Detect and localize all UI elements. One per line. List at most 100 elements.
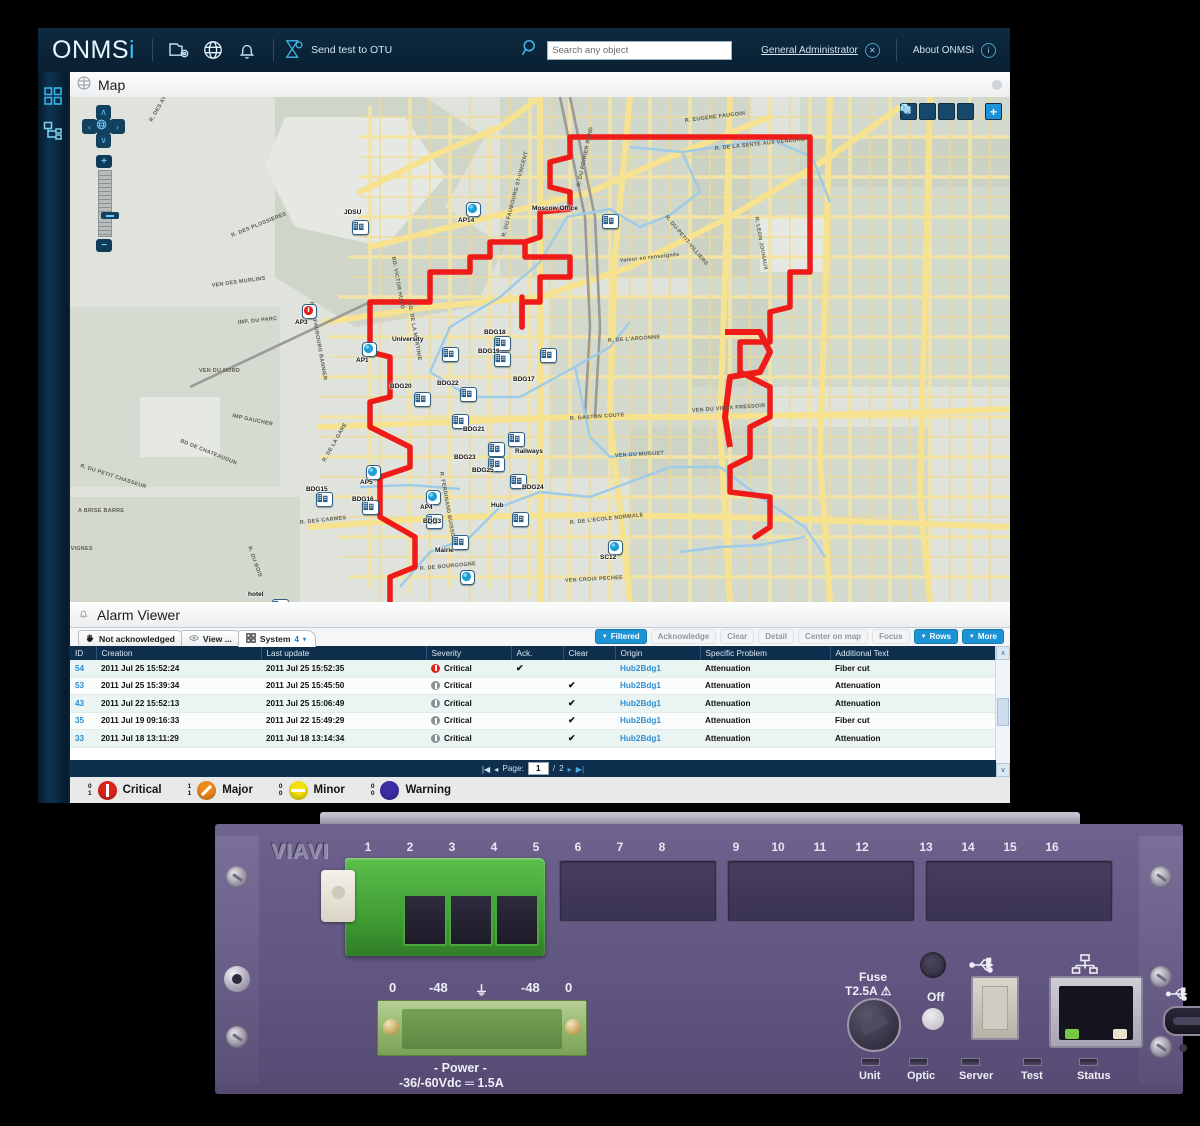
user-menu-link[interactable]: General Administrator xyxy=(761,45,858,56)
scroll-down-button[interactable]: ∨ xyxy=(996,763,1010,777)
ground-bnc-connector[interactable] xyxy=(224,966,250,992)
table-row[interactable]: 432011 Jul 22 15:52:132011 Jul 25 15:06:… xyxy=(70,695,996,713)
sidebar-item-topology[interactable] xyxy=(43,120,63,140)
sc-port-3[interactable] xyxy=(495,894,539,946)
legend-item-minor[interactable]: 00Minor xyxy=(279,781,345,800)
legend-item-warning[interactable]: 00Warning xyxy=(371,781,451,800)
map-node-hub[interactable] xyxy=(512,512,529,527)
map-node-ap14[interactable] xyxy=(466,202,481,217)
zoom-thumb[interactable] xyxy=(101,212,119,219)
ruler-icon[interactable] xyxy=(957,103,974,120)
search-input[interactable]: Search any object xyxy=(547,41,732,60)
zoom-tick[interactable] xyxy=(99,231,111,235)
fiber-dust-cap[interactable] xyxy=(321,870,355,922)
sc-port-1[interactable] xyxy=(403,894,447,946)
map-node-bdg23[interactable] xyxy=(488,442,505,457)
column-header[interactable]: ID xyxy=(70,646,96,660)
pan-down-button[interactable]: ∨ xyxy=(96,133,111,148)
zoom-track[interactable] xyxy=(98,170,112,237)
column-header[interactable]: Additional Text xyxy=(830,646,996,660)
next-page-button[interactable]: ▸ xyxy=(568,764,572,774)
column-header[interactable]: Ack. xyxy=(511,646,563,660)
map-node-railways[interactable] xyxy=(508,432,525,447)
fuse-holder[interactable] xyxy=(847,998,901,1052)
folder-settings-icon[interactable] xyxy=(167,38,191,62)
table-row[interactable]: 542011 Jul 25 15:52:242011 Jul 25 15:52:… xyxy=(70,660,996,677)
send-test-to-otu-button[interactable]: Send test to OTU xyxy=(283,39,392,62)
last-page-button[interactable]: ▶| xyxy=(576,764,584,774)
table-row[interactable]: 332011 Jul 18 13:11:292011 Jul 18 13:14:… xyxy=(70,730,996,748)
plus-icon[interactable]: + xyxy=(985,103,1002,120)
close-icon[interactable]: ✕ xyxy=(865,43,880,58)
bell-icon[interactable] xyxy=(235,38,259,62)
map-canvas[interactable]: R. DES AYDESR. DES PLOSSIERESVEN DES MUR… xyxy=(70,97,1010,602)
scroll-up-button[interactable]: ∧ xyxy=(996,646,1010,660)
column-header[interactable]: Origin xyxy=(615,646,700,660)
info-icon[interactable]: i xyxy=(981,43,996,58)
sc-port-2[interactable] xyxy=(449,894,493,946)
map-node-mairie[interactable] xyxy=(452,535,469,550)
blank-slot-cover-13-16[interactable] xyxy=(925,860,1113,922)
usb-a-port[interactable] xyxy=(971,976,1019,1040)
column-header[interactable]: Specific Problem xyxy=(700,646,830,660)
tab-not-acknowledged[interactable]: Not acknowledged xyxy=(78,630,185,647)
legend-item-major[interactable]: 11Major xyxy=(188,781,253,800)
search-icon[interactable] xyxy=(520,37,542,64)
map-node-sc12[interactable] xyxy=(608,540,623,555)
column-header[interactable]: Last update xyxy=(261,646,426,660)
action-rows-button[interactable]: ▼Rows xyxy=(914,629,958,644)
action-focus-button[interactable]: Focus xyxy=(872,629,910,644)
pan-up-button[interactable]: ∧ xyxy=(96,105,111,120)
column-header[interactable]: Clear xyxy=(563,646,615,660)
blank-slot-cover-9-12[interactable] xyxy=(727,860,915,922)
optical-module-slot-1-4[interactable] xyxy=(345,858,545,956)
cursor-select-icon[interactable] xyxy=(938,103,955,120)
map-node-university[interactable] xyxy=(442,347,459,362)
map-node-bdg22[interactable] xyxy=(460,387,477,402)
reset-pinhole[interactable] xyxy=(1179,1044,1187,1052)
zoom-out-button[interactable]: − xyxy=(96,239,112,252)
map-node-ap4[interactable] xyxy=(426,490,441,505)
tab-system[interactable]: System 4 ▾ xyxy=(238,630,316,647)
power-button[interactable] xyxy=(922,1008,944,1030)
close-icon[interactable] xyxy=(992,80,1002,90)
usb-c-port[interactable] xyxy=(1163,1006,1200,1036)
globe-icon[interactable] xyxy=(201,38,225,62)
action-more-button[interactable]: ▼More xyxy=(962,629,1004,644)
action-center-on-map-button[interactable]: Center on map xyxy=(798,629,868,644)
action-clear-button[interactable]: Clear xyxy=(720,629,754,644)
ethernet-rj45-port[interactable] xyxy=(1049,976,1143,1048)
pan-center-globe-icon[interactable] xyxy=(96,119,111,134)
map-node-bdg17[interactable] xyxy=(540,348,557,363)
prev-page-button[interactable]: ◂ xyxy=(494,764,498,774)
pan-left-button[interactable]: ‹ xyxy=(82,119,97,134)
map-node-ap4b[interactable] xyxy=(460,570,475,585)
magnifier-icon[interactable] xyxy=(919,103,936,120)
alarm-table-container[interactable]: IDCreationLast updateSeverityAck.ClearOr… xyxy=(70,646,996,759)
zoom-in-button[interactable]: + xyxy=(96,155,112,168)
map-node-ap1[interactable] xyxy=(362,342,377,357)
sidebar-item-dashboard[interactable] xyxy=(43,86,63,106)
power-terminal-block[interactable] xyxy=(377,1000,587,1056)
map-node-bdg20[interactable] xyxy=(414,392,431,407)
page-number-input[interactable]: 1 xyxy=(528,762,549,775)
first-page-button[interactable]: |◀ xyxy=(482,764,490,774)
blank-slot-cover-5-8[interactable] xyxy=(559,860,717,922)
map-node-moscow-office[interactable] xyxy=(602,214,619,229)
action-filtered-button[interactable]: ▼Filtered xyxy=(595,629,647,644)
table-row[interactable]: 532011 Jul 25 15:39:342011 Jul 25 15:45:… xyxy=(70,677,996,695)
chevron-down-icon[interactable]: ▾ xyxy=(303,636,306,643)
map-node-ap5[interactable] xyxy=(366,465,381,480)
map-node-bdg15[interactable] xyxy=(316,492,333,507)
table-row[interactable]: 352011 Jul 19 09:16:332011 Jul 22 15:49:… xyxy=(70,712,996,730)
map-pan-control[interactable]: ∧ ‹ › ∨ xyxy=(82,105,126,149)
tab-view[interactable]: View ... xyxy=(181,630,242,647)
map-zoom-slider[interactable]: + − xyxy=(93,155,115,260)
scroll-thumb[interactable] xyxy=(997,698,1009,726)
action-detail-button[interactable]: Detail xyxy=(758,629,794,644)
column-header[interactable]: Creation xyxy=(96,646,261,660)
alarm-table-scrollbar[interactable]: ∧ ∨ xyxy=(995,646,1010,777)
action-acknowledge-button[interactable]: Acknowledge xyxy=(651,629,717,644)
map-node-ap3[interactable] xyxy=(302,304,317,319)
column-header[interactable]: Severity xyxy=(426,646,511,660)
